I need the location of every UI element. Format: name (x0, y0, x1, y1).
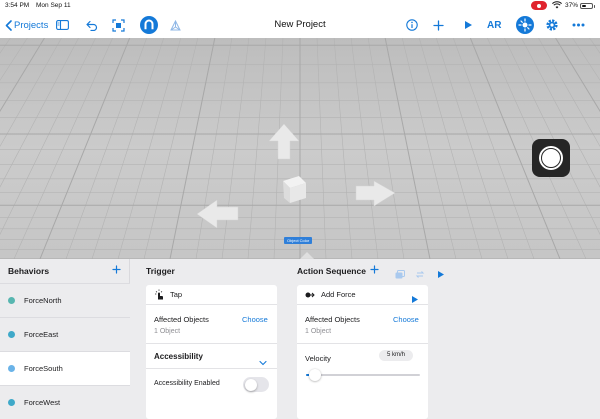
action-sequence-heading: Action Sequence (297, 266, 366, 276)
undo-button[interactable] (86, 12, 98, 38)
top-toolbar: Projects New Project AR (0, 12, 600, 38)
trigger-type-label: Tap (170, 290, 183, 299)
behaviors-heading: Behaviors (8, 266, 50, 276)
battery-percent: 37% (565, 2, 579, 9)
gear-icon (546, 19, 558, 31)
back-button-label: Projects (14, 19, 49, 31)
chevron-down-icon (259, 360, 267, 366)
accessibility-section-label: Accessibility (154, 352, 203, 361)
plus-icon (112, 265, 121, 274)
wifi-icon (552, 1, 562, 11)
back-to-projects-button[interactable]: Projects (5, 12, 48, 38)
play-icon (412, 296, 418, 303)
play-icon (438, 271, 444, 278)
info-button[interactable] (406, 12, 418, 38)
action-choose-button[interactable]: Choose (393, 315, 419, 324)
behaviors-button[interactable] (516, 12, 534, 38)
behavior-item[interactable]: ForceNorth (0, 283, 130, 317)
scan-object-icon (112, 18, 125, 32)
play-icon (465, 21, 472, 29)
behaviors-icon (516, 16, 534, 34)
behavior-color-dot (8, 399, 15, 406)
status-time: 3:54 PM (5, 2, 30, 9)
trigger-choose-button[interactable]: Choose (242, 315, 268, 324)
velocity-slider-thumb[interactable] (309, 369, 322, 381)
behavior-item-label: ForceEast (24, 330, 59, 339)
force-arrow-icon (305, 292, 315, 297)
plus-icon (370, 265, 379, 274)
info-icon (406, 19, 418, 31)
screen-recording-icon (531, 1, 547, 10)
action-affected-objects-label: Affected Objects (305, 315, 360, 324)
selected-cube-object[interactable] (283, 176, 306, 203)
sidebar-toggle-button[interactable] (56, 12, 69, 38)
behavior-item[interactable]: ForceWest (0, 385, 130, 419)
trigger-affected-objects-label: Affected Objects (154, 315, 209, 324)
trigger-card: Tap Affected Objects Choose 1 Object Acc… (146, 285, 277, 419)
plus-icon (433, 19, 444, 31)
add-action-button[interactable] (370, 264, 379, 276)
transform-mode-button[interactable] (169, 12, 182, 38)
behavior-item-label: ForceNorth (24, 296, 62, 305)
action-type-label: Add Force (321, 290, 356, 299)
more-button[interactable] (572, 12, 585, 38)
trigger-object-count: 1 Object (154, 328, 181, 335)
tap-gesture-icon (155, 289, 163, 300)
trigger-type-row[interactable]: Tap (146, 285, 277, 305)
duplicate-action-button[interactable] (395, 266, 405, 284)
behavior-item-label: ForceWest (24, 398, 61, 407)
behaviors-editor: Behaviors ForceNorth ForceEast ForceSouth F… (0, 259, 600, 419)
play-sequence-button[interactable] (437, 266, 445, 284)
loop-action-button[interactable] (415, 266, 425, 284)
axes-icon (170, 19, 181, 30)
ellipsis-icon (572, 23, 585, 27)
sidebar-icon (56, 20, 69, 30)
behavior-color-dot (8, 331, 15, 338)
add-behavior-button[interactable] (112, 264, 121, 276)
play-button[interactable] (464, 12, 473, 38)
stack-icon (395, 270, 405, 279)
battery-icon (580, 2, 595, 9)
undo-icon (86, 20, 98, 31)
settings-button[interactable] (545, 12, 559, 38)
behavior-item[interactable]: ForceSouth (0, 351, 130, 385)
record-button[interactable] (532, 139, 570, 177)
add-force-action-card: Add Force Affected Objects Choose 1 Obje… (297, 285, 428, 419)
status-bar: 3:54 PM Mon Sep 11 37% (0, 0, 600, 12)
trigger-heading: Trigger (146, 266, 175, 276)
status-date: Mon Sep 11 (36, 2, 71, 9)
action-object-count: 1 Object (305, 328, 332, 335)
chevron-left-icon (5, 19, 12, 31)
selected-object-label: Object Color (284, 237, 313, 244)
behavior-item-label: ForceSouth (24, 364, 63, 373)
ar-mode-button[interactable]: AR (487, 12, 501, 38)
add-object-button[interactable] (433, 12, 444, 38)
scan-button[interactable] (112, 12, 125, 38)
behavior-color-dot (8, 365, 15, 372)
behavior-color-dot (8, 297, 15, 304)
accessibility-enabled-label: Accessibility Enabled (154, 380, 220, 387)
behavior-item[interactable]: ForceEast (0, 317, 130, 351)
snap-magnet-button[interactable] (140, 12, 158, 38)
velocity-slider[interactable] (306, 374, 420, 376)
velocity-value[interactable]: 5 km/h (379, 350, 414, 361)
magnet-icon (140, 16, 158, 34)
scene-viewport[interactable]: Object Color (0, 38, 600, 259)
scene-grid (0, 38, 600, 259)
play-action-button[interactable] (411, 291, 419, 309)
behaviors-panel: Behaviors ForceNorth ForceEast ForceSouth F… (0, 259, 130, 419)
action-type-row[interactable]: Add Force (297, 285, 428, 305)
velocity-label: Velocity (305, 354, 331, 363)
accessibility-enabled-toggle[interactable] (243, 377, 269, 392)
loop-icon (415, 271, 425, 278)
